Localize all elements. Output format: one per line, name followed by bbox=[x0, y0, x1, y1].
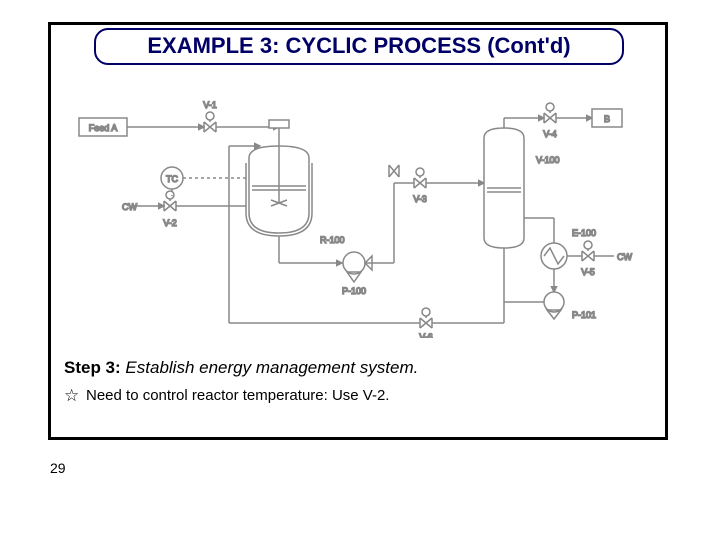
svg-text:V-6: V-6 bbox=[419, 332, 433, 338]
svg-text:P-100: P-100 bbox=[342, 286, 366, 296]
process-diagram: Feed A V-1 R-100 TC bbox=[74, 88, 639, 338]
reactor bbox=[246, 120, 312, 236]
svg-text:E-100: E-100 bbox=[572, 228, 596, 238]
page-number: 29 bbox=[50, 460, 66, 476]
star-icon: ☆ bbox=[64, 386, 86, 406]
exchanger-e100 bbox=[541, 243, 567, 269]
valve-v6 bbox=[420, 308, 432, 328]
bullet-1: ☆Need to control reactor temperature: Us… bbox=[64, 386, 389, 406]
step-text: Step 3: Establish energy management syst… bbox=[64, 358, 418, 378]
svg-text:CW: CW bbox=[617, 252, 632, 262]
svg-text:V-2: V-2 bbox=[163, 218, 177, 228]
svg-text:V-5: V-5 bbox=[581, 267, 595, 277]
svg-text:R-100: R-100 bbox=[320, 235, 345, 245]
feed-label: Feed A bbox=[89, 123, 118, 133]
svg-text:V-4: V-4 bbox=[543, 129, 557, 139]
pump-p100 bbox=[343, 252, 372, 282]
column-v100 bbox=[484, 128, 524, 248]
svg-text:V-100: V-100 bbox=[536, 155, 560, 165]
pump-p101 bbox=[544, 292, 564, 319]
slide-title: EXAMPLE 3: CYCLIC PROCESS (Cont'd) bbox=[94, 28, 624, 65]
svg-text:CW: CW bbox=[122, 202, 137, 212]
svg-text:V-3: V-3 bbox=[413, 194, 427, 204]
valve-v2 bbox=[164, 191, 176, 211]
valve-v3 bbox=[389, 165, 399, 177]
valve-v1 bbox=[204, 112, 216, 132]
svg-text:V-1: V-1 bbox=[203, 100, 217, 110]
svg-text:TC: TC bbox=[166, 174, 178, 184]
product-label: B bbox=[604, 114, 610, 124]
svg-text:P-101: P-101 bbox=[572, 310, 596, 320]
valve-v4 bbox=[544, 103, 556, 123]
valve-v5 bbox=[582, 241, 594, 261]
